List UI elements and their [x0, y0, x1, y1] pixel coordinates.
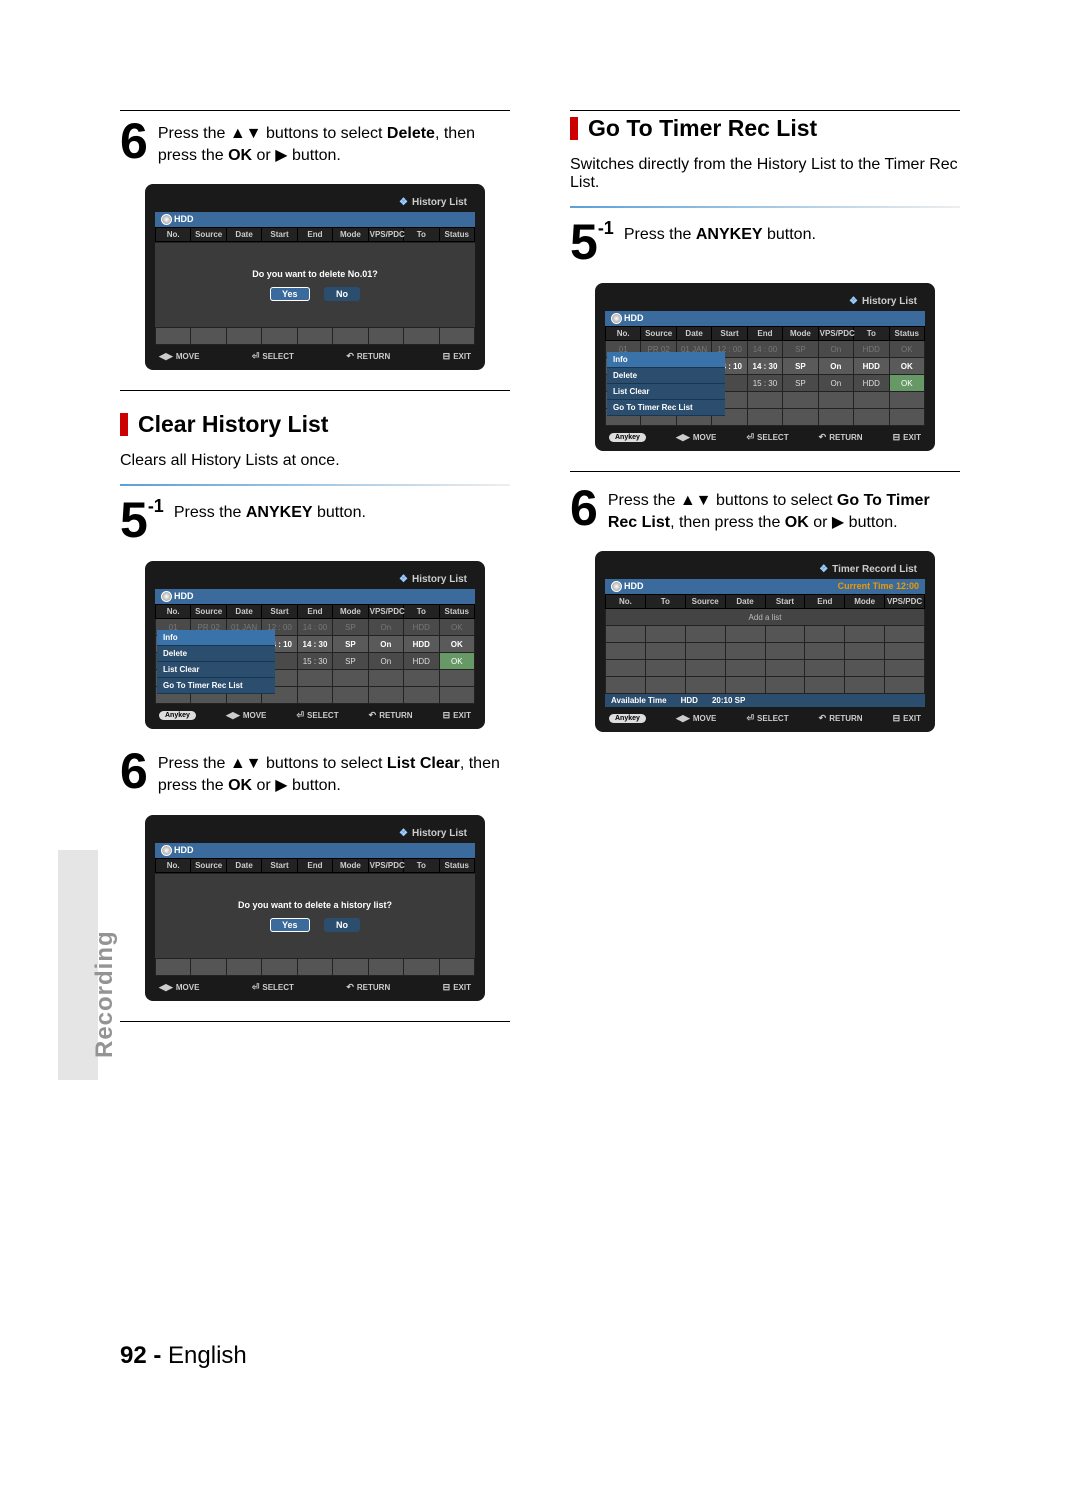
popup-item-list-clear[interactable]: List Clear [607, 384, 725, 400]
divider [570, 471, 960, 472]
popup-item-goto-timer[interactable]: Go To Timer Rec List [157, 678, 275, 694]
osd-timer-record-list: ❖Timer Record List HDD Current Time 12:0… [595, 551, 935, 732]
osd-footer: Anykey ◀▶MOVE ⏎SELECT ↶RETURN ⊟EXIT [155, 704, 475, 723]
popup-item-list-clear[interactable]: List Clear [157, 662, 275, 678]
popup-item-info[interactable]: Info [157, 630, 275, 646]
step-text: Press the ▲▼ buttons to select Delete, t… [158, 119, 510, 166]
osd-footer: ◀▶MOVE ⏎SELECT ↶RETURN ⊟EXIT [155, 976, 475, 995]
gradient-divider [120, 484, 510, 486]
popup-item-info[interactable]: Info [607, 352, 725, 368]
divider [120, 1021, 510, 1022]
osd-delete-dialog: ❖History List HDD No.SourceDate StartEnd… [145, 184, 485, 370]
dialog-question: Do you want to delete No.01? [252, 269, 378, 279]
hdd-label: HDD [174, 214, 194, 224]
right-column: Go To Timer Rec List Switches directly f… [570, 110, 960, 1022]
red-bar-icon [120, 413, 128, 436]
divider [570, 110, 960, 111]
left-column: 6 Press the ▲▼ buttons to select Delete,… [120, 110, 510, 1022]
current-time: Current Time 12:00 [838, 581, 919, 592]
page-number: 92 - English [120, 1342, 247, 1370]
red-bar-icon [570, 117, 578, 140]
step-text: Press the ▲▼ buttons to select List Clea… [158, 749, 510, 796]
side-tab-label: Recording [91, 930, 119, 1058]
osd-footer: ◀▶MOVE ⏎SELECT ↶RETURN ⊟EXIT [155, 345, 475, 364]
step-5-1-anykey-left: 5-1 Press the ANYKEY button. [120, 498, 510, 543]
step-text: Press the ANYKEY button. [174, 498, 366, 524]
osd-title: History List [412, 828, 467, 839]
osd-anykey-popup-right: ❖History List HDD No.SourceDate StartEnd… [595, 283, 935, 451]
step-number: 6 [120, 119, 148, 164]
step-6-listclear: 6 Press the ▲▼ buttons to select List Cl… [120, 749, 510, 796]
available-time-row: Available Time HDD 20:10 SP [605, 694, 925, 707]
divider [120, 110, 510, 111]
side-tab: Recording [58, 850, 98, 1080]
yes-button[interactable]: Yes [270, 287, 310, 301]
no-button[interactable]: No [324, 287, 360, 301]
step-number: 5-1 [570, 220, 614, 265]
osd-title: History List [412, 574, 467, 585]
step-text: Press the ANYKEY button. [624, 220, 816, 246]
step-number: 6 [120, 749, 148, 794]
step-number: 6 [570, 486, 598, 531]
anykey-popup[interactable]: Info Delete List Clear Go To Timer Rec L… [607, 352, 725, 416]
gradient-divider [570, 206, 960, 208]
osd-anykey-popup-left: ❖History List HDD No.SourceDate StartEnd… [145, 561, 485, 729]
step-6-delete: 6 Press the ▲▼ buttons to select Delete,… [120, 119, 510, 166]
step-6-goto: 6 Press the ▲▼ buttons to select Go To T… [570, 486, 960, 533]
step-5-1-anykey-right: 5-1 Press the ANYKEY button. [570, 220, 960, 265]
clear-history-desc: Clears all History Lists at once. [120, 452, 510, 470]
osd-footer: Anykey ◀▶MOVE ⏎SELECT ↶RETURN ⊟EXIT [605, 707, 925, 726]
osd-footer: Anykey ◀▶MOVE ⏎SELECT ↶RETURN ⊟EXIT [605, 426, 925, 445]
goto-timer-title: Go To Timer Rec List [570, 115, 960, 142]
dialog-question: Do you want to delete a history list? [238, 900, 392, 910]
step-number: 5-1 [120, 498, 164, 543]
add-a-list[interactable]: Add a list [606, 609, 925, 626]
goto-timer-desc: Switches directly from the History List … [570, 156, 960, 192]
popup-item-delete[interactable]: Delete [607, 368, 725, 384]
osd-title: History List [862, 296, 917, 307]
yes-button[interactable]: Yes [270, 918, 310, 932]
popup-item-goto-timer[interactable]: Go To Timer Rec List [607, 400, 725, 416]
osd-title: History List [412, 197, 467, 208]
clear-history-title: Clear History List [120, 411, 510, 438]
timer-table: No.ToSource DateStartEnd ModeVPS/PDC Add… [605, 594, 925, 694]
popup-item-delete[interactable]: Delete [157, 646, 275, 662]
history-table: No.SourceDate StartEndMode VPS/PDCToStat… [155, 227, 475, 242]
divider [120, 390, 510, 391]
osd-title: Timer Record List [832, 564, 917, 575]
step-text: Press the ▲▼ buttons to select Go To Tim… [608, 486, 960, 533]
no-button[interactable]: No [324, 918, 360, 932]
anykey-popup[interactable]: Info Delete List Clear Go To Timer Rec L… [157, 630, 275, 694]
osd-clear-dialog: ❖History List HDD No.SourceDate StartEnd… [145, 815, 485, 1001]
